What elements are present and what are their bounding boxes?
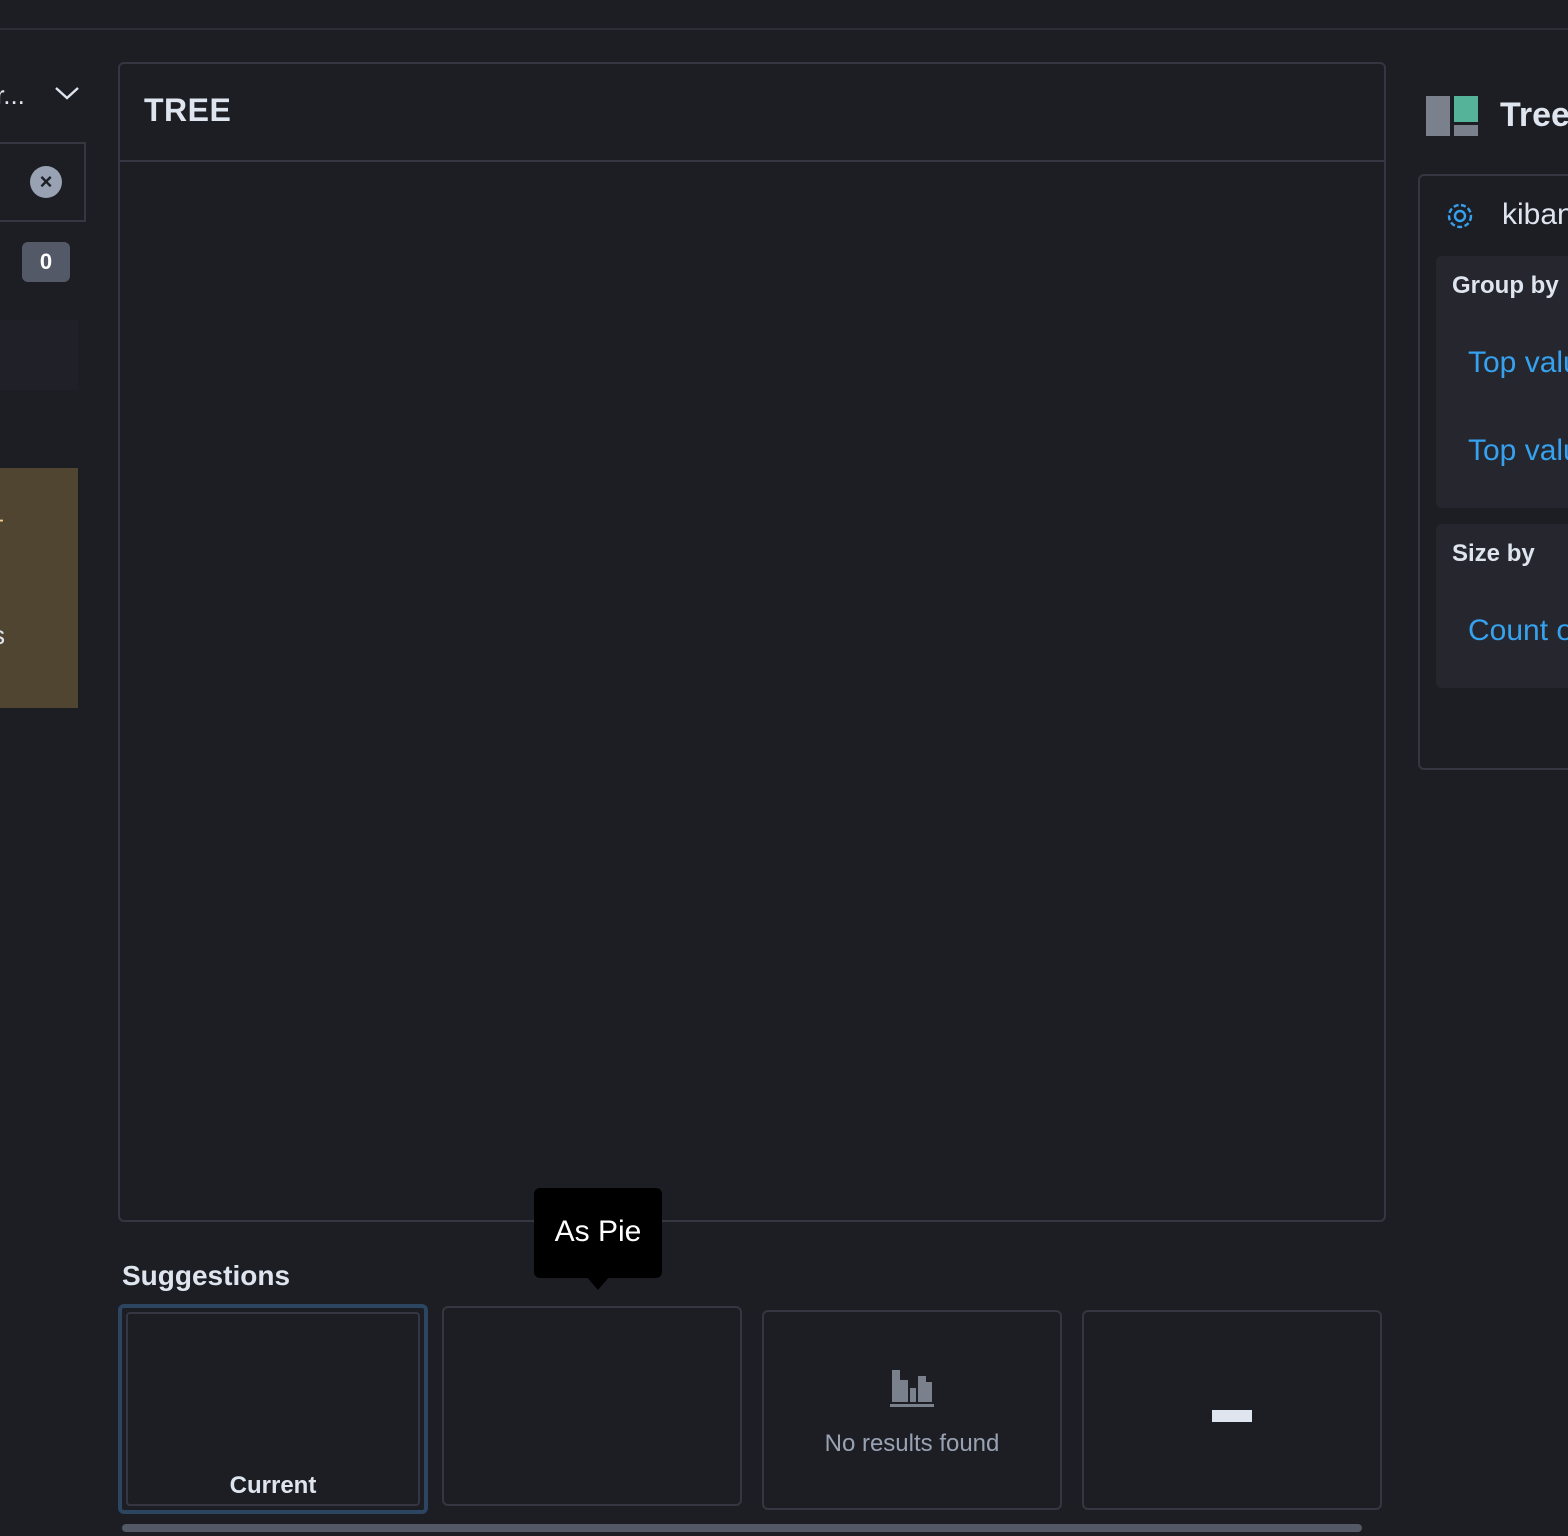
workspace-panel: TREE (118, 62, 1386, 1222)
warning-callout (0, 468, 78, 708)
treemap-icon (1426, 96, 1478, 136)
suggestion-current[interactable]: Current (118, 1304, 428, 1514)
field-count-badge: 0 (22, 242, 70, 282)
size-by-label: Size by (1452, 540, 1535, 567)
tooltip-arrow (586, 1276, 610, 1290)
group-by-section: Group by Top valu Top valu (1436, 256, 1568, 508)
dash-icon (1212, 1410, 1252, 1422)
layer-index-name: kiban (1502, 198, 1568, 231)
group-by-dimension[interactable]: Top valu (1468, 346, 1568, 380)
visualization-type-title[interactable]: Tree (1500, 96, 1568, 135)
callout-mark: - (0, 506, 4, 534)
suggestion-current-label: Current (229, 1472, 317, 1499)
group-by-dimension[interactable]: Top valu (1468, 434, 1568, 468)
clear-icon[interactable]: × (30, 166, 62, 198)
data-view-select-label: r... (0, 80, 25, 110)
workspace-header: TREE (120, 64, 1384, 162)
suggestions-scrollbar[interactable] (122, 1524, 1362, 1532)
data-view-select[interactable]: r... (0, 72, 100, 116)
workspace-title: TREE (144, 92, 232, 128)
suggestions-title: Suggestions (122, 1260, 291, 1291)
chevron-down-icon (55, 87, 79, 100)
suggestion-empty[interactable]: No results found (762, 1310, 1062, 1510)
top-bar (0, 0, 1568, 30)
gear-icon[interactable] (1442, 198, 1478, 234)
callout-text: s (0, 620, 5, 651)
no-results-text: No results found (824, 1430, 1000, 1457)
suggestion-tooltip: As Pie (534, 1188, 662, 1278)
empty-chart-icon (890, 1370, 934, 1407)
size-by-section: Size by Count o (1436, 524, 1568, 688)
suggestion-metric[interactable] (1082, 1310, 1382, 1510)
group-by-label: Group by (1452, 272, 1559, 299)
suggestion-pie[interactable] (442, 1306, 742, 1506)
size-by-dimension[interactable]: Count o (1468, 614, 1568, 648)
field-list-item[interactable] (0, 320, 78, 390)
